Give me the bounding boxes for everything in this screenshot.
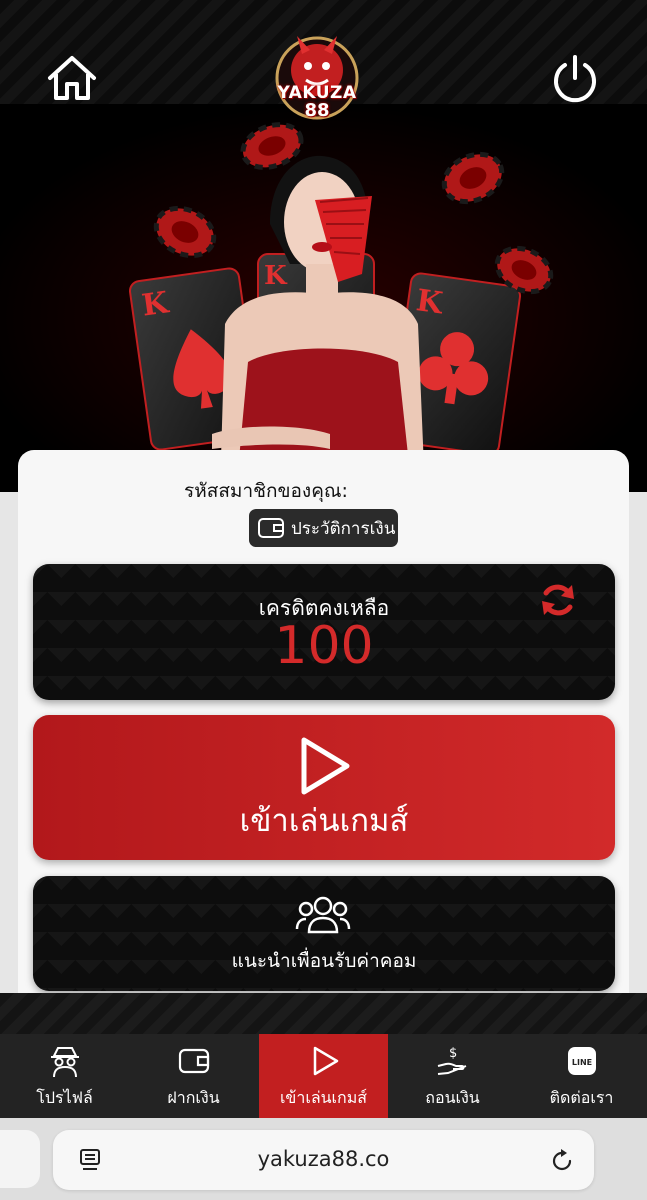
hero-illustration: K K K <box>0 104 647 492</box>
play-icon <box>301 737 350 795</box>
play-icon <box>313 1046 339 1076</box>
nav-label-contact: ติดต่อเรา <box>549 1088 614 1107</box>
users-icon <box>295 896 351 934</box>
refresh-icon[interactable] <box>538 581 578 619</box>
svg-text:$: $ <box>449 1046 457 1061</box>
svg-text:K: K <box>264 261 288 291</box>
bottom-nav: โปรไฟล์ ฝากเงิน เข้าเล่นเกมส์ $ ถอนเงิน <box>0 1034 647 1118</box>
spy-icon <box>51 1047 79 1078</box>
home-button[interactable] <box>44 52 100 104</box>
nav-label-profile: โปรไฟล์ <box>36 1088 93 1107</box>
credit-value: 100 <box>274 616 374 676</box>
app-page: K K K YAKUZA 88 รหัสสมาชิกของคุณ: ประวัต… <box>0 0 647 1200</box>
power-icon <box>554 55 596 103</box>
invite-friends-label: แนะนำเพื่อนรับค่าคอม <box>231 950 417 972</box>
member-id-label: รหัสสมาชิกของคุณ: <box>184 480 348 502</box>
nav-item-contact[interactable]: LINE ติดต่อเรา <box>517 1034 646 1118</box>
wallet-icon <box>258 518 284 538</box>
hand-money-icon: $ <box>437 1046 467 1075</box>
line-icon: LINE <box>568 1047 596 1075</box>
nav-label-deposit: ฝากเงิน <box>167 1088 220 1107</box>
home-icon <box>48 56 96 100</box>
invite-friends-button[interactable]: แนะนำเพื่อนรับค่าคอม <box>33 876 615 991</box>
pattern-band <box>0 993 647 1035</box>
browser-bar: yakuza88.co <box>0 1118 647 1200</box>
address-bar[interactable]: yakuza88.co <box>53 1130 594 1190</box>
nav-item-play[interactable]: เข้าเล่นเกมส์ <box>259 1034 388 1118</box>
play-game-button[interactable]: เข้าเล่นเกมส์ <box>33 715 615 860</box>
credit-panel: เครดิตคงเหลือ 100 <box>33 564 615 700</box>
play-game-label: เข้าเล่นเกมส์ <box>239 803 409 839</box>
wallet-icon <box>178 1048 210 1074</box>
brand-logo[interactable]: YAKUZA 88 <box>262 26 372 130</box>
svg-text:LINE: LINE <box>572 1058 592 1067</box>
url-text: yakuza88.co <box>257 1147 390 1171</box>
nav-item-withdraw[interactable]: $ ถอนเงิน <box>388 1034 517 1118</box>
reload-icon[interactable] <box>549 1148 575 1174</box>
hero-banner: K K K <box>0 104 647 492</box>
logo-number: 88 <box>304 100 330 121</box>
nav-label-play: เข้าเล่นเกมส์ <box>279 1088 368 1107</box>
logout-button[interactable] <box>548 52 602 106</box>
transaction-history-button[interactable]: ประวัติการเงิน <box>249 509 398 547</box>
previous-tab[interactable] <box>0 1130 40 1188</box>
nav-item-deposit[interactable]: ฝากเงิน <box>129 1034 258 1118</box>
history-label: ประวัติการเงิน <box>291 518 396 539</box>
nav-label-withdraw: ถอนเงิน <box>425 1088 480 1107</box>
nav-item-profile[interactable]: โปรไฟล์ <box>0 1034 129 1118</box>
